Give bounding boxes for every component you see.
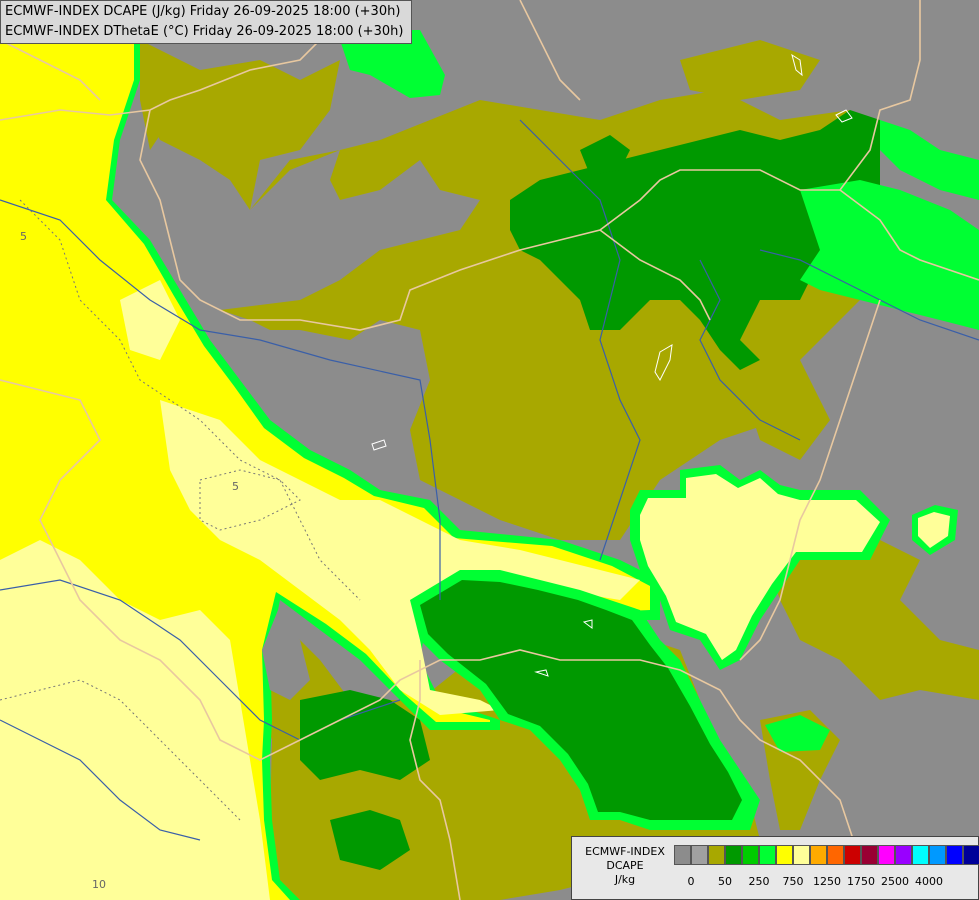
legend-swatch <box>810 845 827 865</box>
legend-swatch <box>793 845 810 865</box>
legend-swatch <box>912 845 929 865</box>
title-dthetae: ECMWF-INDEX DThetaE (°C) Friday 26-09-20… <box>5 24 404 39</box>
contour-label-2: 5 <box>232 480 239 493</box>
legend-title: ECMWF-INDEX DCAPE J/kg <box>576 845 674 887</box>
contour-label-3: 10 <box>92 878 106 891</box>
contour-label-1: 5 <box>20 230 27 243</box>
title-dcape: ECMWF-INDEX DCAPE (J/kg) Friday 26-09-20… <box>5 4 401 19</box>
legend-tick-label: 50 <box>718 875 732 888</box>
legend-tick-label: 4000 <box>915 875 943 888</box>
color-legend: ECMWF-INDEX DCAPE J/kg 0 50 250 750 1250 1750… <box>571 836 979 900</box>
map-title-box: ECMWF-INDEX DCAPE (J/kg) Friday 26-09-20… <box>0 0 412 44</box>
legend-tick-label: 250 <box>748 875 770 888</box>
legend-swatch <box>674 845 691 865</box>
legend-swatch <box>963 845 979 865</box>
legend-tick-label: 2500 <box>881 875 909 888</box>
weather-map: 5 5 10 <box>0 0 979 900</box>
legend-swatch <box>946 845 963 865</box>
legend-ticks: 0 50 250 750 1250 1750 2500 4000 <box>674 875 974 889</box>
legend-swatch <box>827 845 844 865</box>
legend-swatch <box>708 845 725 865</box>
legend-swatch <box>878 845 895 865</box>
legend-swatch <box>929 845 946 865</box>
legend-tick-label: 750 <box>782 875 804 888</box>
legend-swatches <box>674 845 979 865</box>
legend-swatch <box>776 845 793 865</box>
legend-tick-label: 1250 <box>813 875 841 888</box>
legend-swatch <box>725 845 742 865</box>
legend-swatch <box>742 845 759 865</box>
legend-tick-label: 0 <box>687 875 695 888</box>
legend-tick-label: 1750 <box>847 875 875 888</box>
legend-swatch <box>895 845 912 865</box>
legend-swatch <box>861 845 878 865</box>
legend-title-line2: DCAPE <box>606 859 644 872</box>
legend-title-line1: ECMWF-INDEX <box>585 845 665 858</box>
legend-swatch <box>759 845 776 865</box>
legend-unit: J/kg <box>614 873 636 886</box>
legend-swatch <box>844 845 861 865</box>
legend-swatch <box>691 845 708 865</box>
